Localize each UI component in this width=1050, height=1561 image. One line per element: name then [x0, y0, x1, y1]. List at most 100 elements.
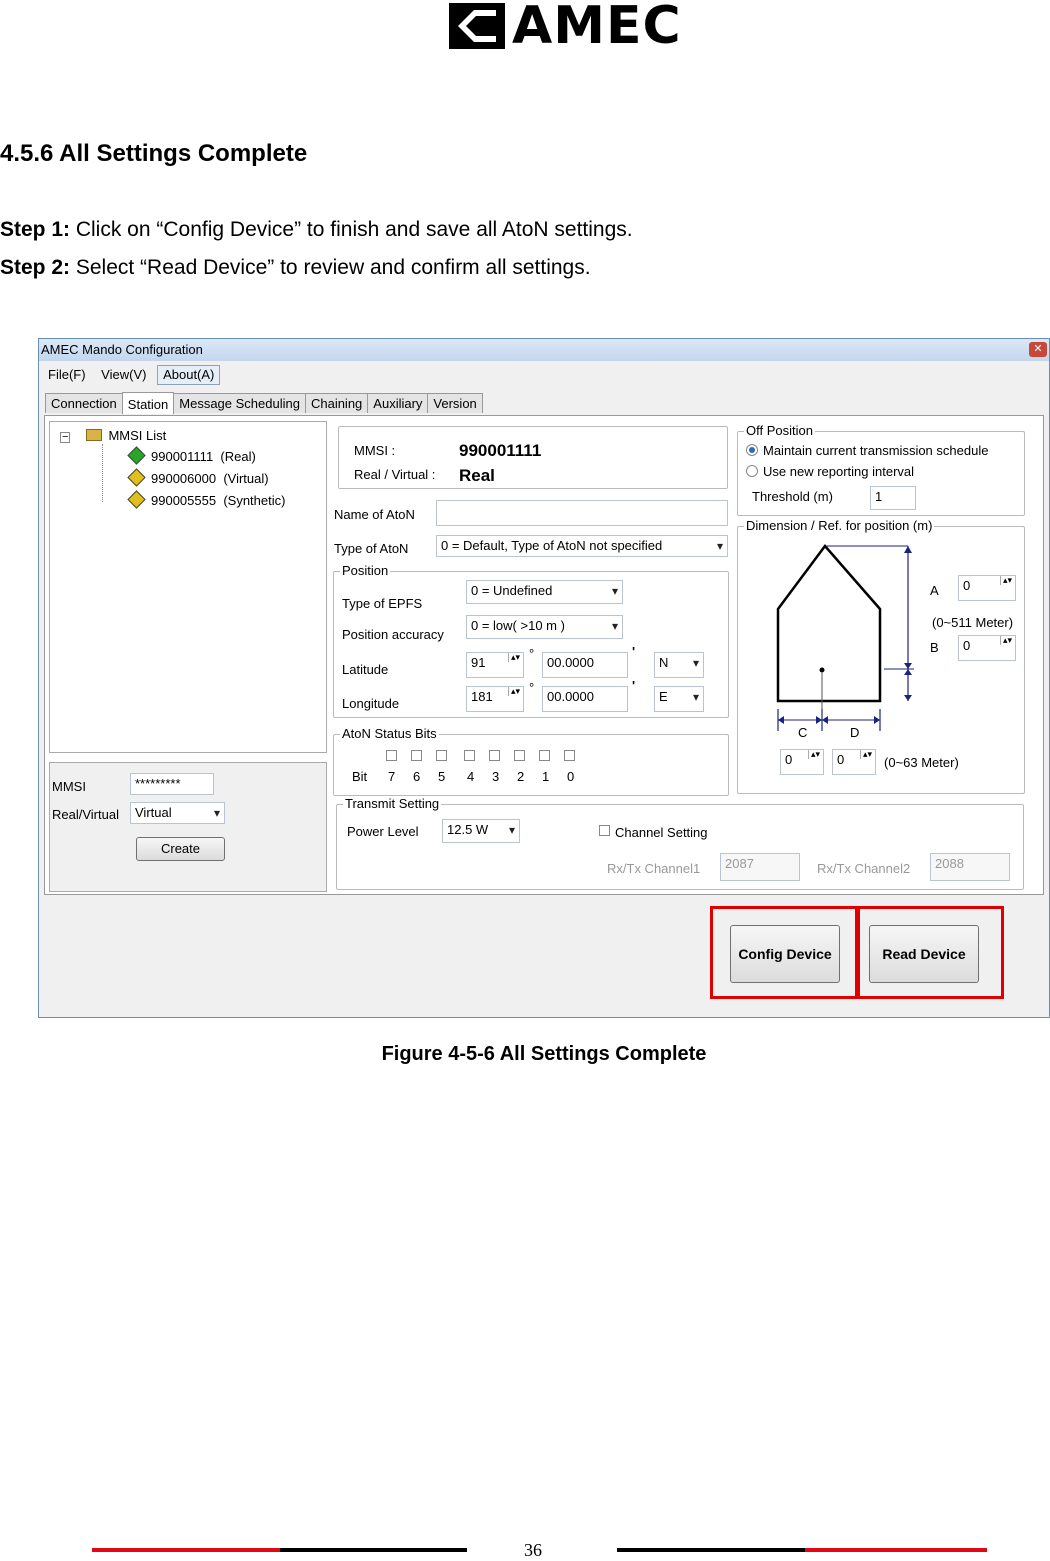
- lat-minute-symbol: ': [632, 644, 636, 659]
- dim-ab-range: (0~511 Meter): [932, 615, 1014, 630]
- real-virtual-select[interactable]: Virtual: [130, 802, 225, 824]
- tab-connection[interactable]: Connection: [45, 393, 123, 413]
- type-of-aton-label: Type of AtoN: [334, 541, 409, 556]
- bit-3-label: 3: [492, 769, 500, 784]
- footer-line-black-right: [617, 1548, 805, 1552]
- transmit-setting-group: Transmit Setting Power Level 12.5 W Chan…: [336, 796, 1024, 890]
- bit-1-checkbox[interactable]: [539, 750, 550, 761]
- station-synthetic-icon: [127, 490, 146, 509]
- figure-caption: Figure 4-5-6 All Settings Complete: [381, 1043, 707, 1065]
- mmsi-label: MMSI: [52, 779, 86, 794]
- dim-c-stepper[interactable]: 0: [780, 749, 824, 775]
- off-position-legend: Off Position: [744, 423, 815, 438]
- lat-minute-input[interactable]: 00.0000: [542, 652, 628, 678]
- lat-degree-stepper[interactable]: 91: [466, 652, 524, 678]
- step-1-label: Step 1:: [0, 218, 71, 241]
- dim-a-stepper[interactable]: 0: [958, 575, 1016, 601]
- lat-degree-symbol: °: [529, 646, 535, 661]
- power-level-select[interactable]: 12.5 W: [442, 819, 520, 843]
- lon-degree-symbol: °: [529, 680, 535, 695]
- bit-4-checkbox[interactable]: [464, 750, 475, 761]
- name-of-aton-label: Name of AtoN: [334, 507, 415, 522]
- ch2-label: Rx/Tx Channel2: [817, 861, 911, 876]
- lat-direction-select[interactable]: N: [654, 652, 704, 678]
- bit-6-label: 6: [413, 769, 421, 784]
- tree-item-synthetic[interactable]: 990005555 (Synthetic): [127, 490, 286, 509]
- tree-item-real[interactable]: 990001111 (Real): [127, 446, 256, 465]
- threshold-input[interactable]: 1: [870, 486, 916, 510]
- type-of-aton-select[interactable]: 0 = Default, Type of AtoN not specified: [436, 535, 728, 557]
- epfs-select[interactable]: 0 = Undefined: [466, 580, 623, 604]
- transmit-legend: Transmit Setting: [343, 796, 442, 811]
- bit-5-label: 5: [438, 769, 446, 784]
- maintain-schedule-radio[interactable]: [746, 444, 758, 456]
- dimension-group: Dimension / Ref. for position (m) A 0 ▴▾…: [737, 518, 1025, 794]
- epfs-label: Type of EPFS: [342, 596, 423, 611]
- tree-root[interactable]: − MMSI List: [60, 428, 166, 443]
- bit-2-checkbox[interactable]: [514, 750, 525, 761]
- dim-b-label: B: [930, 640, 939, 655]
- station-page: − MMSI List 990001111 (Real) 990006000 (V…: [44, 415, 1044, 895]
- config-highlight-box: [710, 906, 858, 999]
- bit-5-checkbox[interactable]: [436, 750, 447, 761]
- section-title: 4.5.6 All Settings Complete: [0, 140, 308, 167]
- tab-chaining[interactable]: Chaining: [304, 393, 369, 413]
- folder-icon: [86, 429, 103, 441]
- footer-line-red-right: [805, 1548, 987, 1552]
- ch2-input[interactable]: 2088: [930, 853, 1010, 881]
- bit-7-checkbox[interactable]: [386, 750, 397, 761]
- create-button[interactable]: Create: [136, 837, 225, 861]
- bit-6-checkbox[interactable]: [411, 750, 422, 761]
- menu-about[interactable]: About(A): [157, 365, 221, 385]
- menu-bar: File(F) View(V) About(A): [43, 365, 222, 385]
- info-rv-label: Real / Virtual :: [354, 467, 436, 482]
- tab-station[interactable]: Station: [121, 392, 175, 414]
- position-legend: Position: [340, 563, 391, 578]
- dim-b-stepper[interactable]: 0: [958, 635, 1016, 661]
- tree-root-label: MMSI List: [108, 428, 167, 443]
- title-bar: AMEC Mando Configuration ✕: [39, 339, 1049, 361]
- ch1-label: Rx/Tx Channel1: [607, 861, 701, 876]
- tab-message-scheduling[interactable]: Message Scheduling: [173, 393, 306, 413]
- footer-line-red-left: [92, 1548, 280, 1552]
- info-rv-value: Real: [459, 466, 495, 485]
- bit-4-label: 4: [467, 769, 475, 784]
- dim-c-label: C: [798, 725, 808, 740]
- tab-version[interactable]: Version: [427, 393, 483, 413]
- window-title: AMEC Mando Configuration: [41, 342, 203, 357]
- lon-minute-input[interactable]: 00.0000: [542, 686, 628, 712]
- close-icon[interactable]: ✕: [1029, 342, 1047, 357]
- bit-3-checkbox[interactable]: [489, 750, 500, 761]
- station-virtual-icon: [127, 468, 146, 487]
- tab-auxiliary[interactable]: Auxiliary: [367, 393, 429, 413]
- bit-0-checkbox[interactable]: [564, 750, 575, 761]
- collapse-icon[interactable]: −: [60, 432, 71, 443]
- page-number: 36: [524, 1540, 542, 1560]
- menu-file[interactable]: File(F): [43, 366, 91, 384]
- step-2-text: Select “Read Device” to review and confi…: [70, 256, 591, 279]
- new-interval-radio[interactable]: [746, 465, 758, 477]
- tab-strip: Connection Station Message Scheduling Chain…: [45, 391, 483, 415]
- channel-setting-checkbox[interactable]: [599, 825, 610, 836]
- menu-view[interactable]: View(V): [96, 366, 151, 384]
- tree-item-virtual[interactable]: 990006000 (Virtual): [127, 468, 269, 487]
- dim-d-stepper[interactable]: 0: [832, 749, 876, 775]
- accuracy-select[interactable]: 0 = low( >10 m ): [466, 615, 623, 639]
- footer-line-black-left: [280, 1548, 467, 1552]
- lon-minute-symbol: ': [632, 678, 636, 693]
- name-of-aton-input[interactable]: [436, 500, 728, 526]
- add-mmsi-panel: MMSI ********* Real/Virtual Virtual Crea…: [49, 762, 327, 892]
- lon-direction-select[interactable]: E: [654, 686, 704, 712]
- step-1-text: Click on “Config Device” to finish and s…: [70, 218, 633, 241]
- dim-d-label: D: [850, 725, 860, 740]
- bit-1-label: 1: [542, 769, 550, 784]
- tree-item-kind: (Real): [220, 449, 256, 464]
- off-position-group: Off Position Maintain current transmissi…: [737, 423, 1025, 516]
- step-2: Step 2: Select “Read Device” to review a…: [0, 256, 591, 280]
- tree-item-kind: (Synthetic): [223, 493, 286, 508]
- ch1-input[interactable]: 2087: [720, 853, 800, 881]
- lon-degree-stepper[interactable]: 181: [466, 686, 524, 712]
- tree-connector: [102, 444, 104, 502]
- mmsi-input[interactable]: *********: [130, 773, 214, 795]
- step-1: Step 1: Click on “Config Device” to fini…: [0, 218, 633, 242]
